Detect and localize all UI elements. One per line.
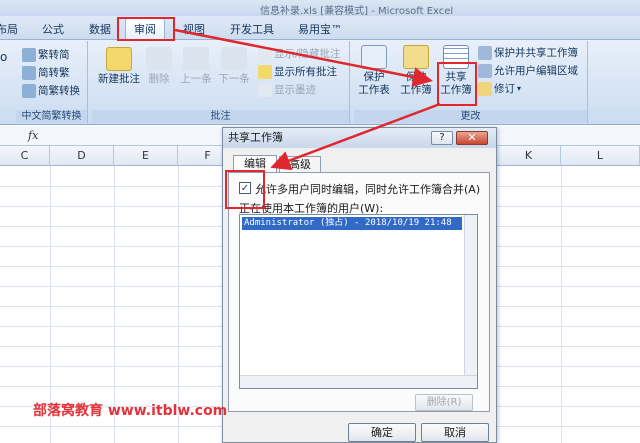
show-ink-button[interactable]: 显示墨迹: [258, 82, 316, 97]
window-title: 信息补录.xls [兼容模式] - Microsoft Excel: [260, 6, 454, 17]
highlight-checkbox: [225, 170, 265, 209]
stray-ribbon-glyph: o: [0, 50, 8, 64]
tab-advanced[interactable]: 高级: [279, 156, 321, 172]
column-header-d[interactable]: D: [50, 146, 114, 166]
highlight-review-tab: [117, 17, 175, 41]
trad-to-simp-label: 繁转简: [38, 49, 70, 61]
group-label-comments: 批注: [92, 110, 349, 123]
highlight-share-button: [437, 62, 477, 106]
protect-sheet-label-2: 工作表: [358, 84, 390, 96]
show-all-comments-label: 显示所有批注: [274, 66, 337, 78]
delete-comment-label: 删除: [148, 73, 170, 85]
simp-trad-convert-button[interactable]: 简繁转换: [22, 83, 80, 98]
title-bar: 信息补录.xls [兼容模式] - Microsoft Excel: [0, 0, 640, 17]
simp-to-trad-icon: [22, 65, 36, 80]
group-chinese-conversion: 繁转简 简转繁 简繁转换 中文简繁转换: [16, 41, 88, 123]
track-changes-icon: [478, 81, 492, 96]
protect-sheet-label-1: 保护: [363, 71, 385, 83]
protect-share-label: 保护并共享工作簿: [494, 47, 578, 59]
group-label-changes: 更改: [354, 110, 587, 123]
group-comments: 新建批注 删除 上一条 下一条 显示/隐藏批注 显示所有批注 显示墨迹 批注: [92, 41, 350, 123]
protect-workbook-button[interactable]: 保护 工作簿: [396, 45, 436, 97]
insert-function-icon[interactable]: fx: [28, 129, 38, 142]
user-list-item[interactable]: Administrator (独占) - 2018/10/19 21:48: [242, 217, 462, 230]
track-changes-label: 修订: [494, 83, 515, 95]
protect-sheet-icon: [361, 45, 387, 69]
protect-share-button[interactable]: 保护并共享工作簿: [478, 45, 578, 60]
remove-user-button[interactable]: 删除(R): [415, 394, 473, 411]
tab-easyuse[interactable]: 易用宝™: [298, 21, 342, 37]
next-comment-button[interactable]: 下一条: [216, 47, 252, 86]
watermark: 部落窝教育 www.itblw.com: [33, 403, 228, 419]
allow-edit-ranges-icon: [478, 63, 492, 78]
allow-multiuser-label[interactable]: 允许多用户同时编辑，同时允许工作簿合并(A): [255, 181, 480, 197]
tab-layout[interactable]: 布局: [0, 21, 18, 37]
simp-trad-convert-icon: [22, 83, 36, 98]
grid-line: [561, 166, 562, 443]
allow-edit-ranges-button[interactable]: 允许用户编辑区域: [478, 63, 578, 78]
new-comment-icon: [106, 47, 132, 71]
cancel-button[interactable]: 取消: [421, 423, 489, 442]
next-comment-label: 下一条: [218, 73, 250, 85]
protect-workbook-label-1: 保护: [405, 71, 427, 83]
prev-comment-label: 上一条: [180, 73, 212, 85]
toggle-comment-label: 显示/隐藏批注: [274, 48, 341, 60]
protect-share-icon: [478, 45, 492, 60]
tab-view[interactable]: 视图: [183, 21, 205, 37]
ribbon-tabs: 布局 公式 数据 审阅 视图 开发工具 易用宝™: [0, 16, 640, 41]
close-button[interactable]: ✕: [456, 131, 488, 145]
horizontal-scrollbar[interactable]: [240, 375, 477, 388]
allow-edit-ranges-label: 允许用户编辑区域: [494, 65, 578, 77]
simp-to-trad-button[interactable]: 简转繁: [22, 65, 70, 80]
protect-workbook-label-2: 工作簿: [400, 84, 432, 96]
simp-to-trad-label: 简转繁: [38, 67, 70, 79]
new-comment-button[interactable]: 新建批注: [96, 47, 142, 86]
tab-data[interactable]: 数据: [89, 21, 111, 37]
delete-comment-icon: [146, 47, 172, 71]
toggle-comment-icon: [258, 46, 272, 61]
tab-formulas[interactable]: 公式: [42, 21, 64, 37]
prev-comment-button[interactable]: 上一条: [178, 47, 214, 86]
group-label-chinese: 中文简繁转换: [16, 110, 87, 123]
trad-to-simp-button[interactable]: 繁转简: [22, 47, 70, 62]
new-comment-label: 新建批注: [98, 73, 140, 85]
column-header-l[interactable]: L: [561, 146, 640, 166]
toggle-comment-button[interactable]: 显示/隐藏批注: [258, 46, 341, 61]
users-listbox[interactable]: Administrator (独占) - 2018/10/19 21:48: [239, 214, 478, 389]
chevron-down-icon: ▾: [517, 84, 522, 93]
trad-to-simp-icon: [22, 47, 36, 62]
edit-panel: ✓ 允许多用户同时编辑，同时允许工作簿合并(A) 正在使用本工作簿的用户(W):…: [228, 172, 490, 412]
show-ink-label: 显示墨迹: [274, 84, 316, 96]
prev-comment-icon: [183, 47, 209, 71]
delete-comment-button[interactable]: 删除: [144, 47, 174, 86]
help-button[interactable]: ?: [431, 131, 453, 145]
tab-developer[interactable]: 开发工具: [230, 21, 274, 37]
ribbon: o 繁转简 简转繁 简繁转换 中文简繁转换 新建批注 删除 上一条 下一条 显示…: [0, 40, 640, 125]
column-header-k[interactable]: K: [497, 146, 561, 166]
column-header-e[interactable]: E: [114, 146, 178, 166]
show-all-comments-button[interactable]: 显示所有批注: [258, 64, 337, 79]
show-all-comments-icon: [258, 64, 272, 79]
protect-workbook-icon: [403, 45, 429, 69]
track-changes-button[interactable]: 修订 ▾: [478, 81, 521, 96]
simp-trad-convert-label: 简繁转换: [38, 85, 80, 97]
column-header-c[interactable]: C: [0, 146, 50, 166]
show-ink-icon: [258, 82, 272, 97]
next-comment-icon: [221, 47, 247, 71]
vertical-scrollbar[interactable]: [464, 215, 477, 388]
ok-button[interactable]: 确定: [348, 423, 416, 442]
protect-sheet-button[interactable]: 保护 工作表: [356, 45, 392, 97]
